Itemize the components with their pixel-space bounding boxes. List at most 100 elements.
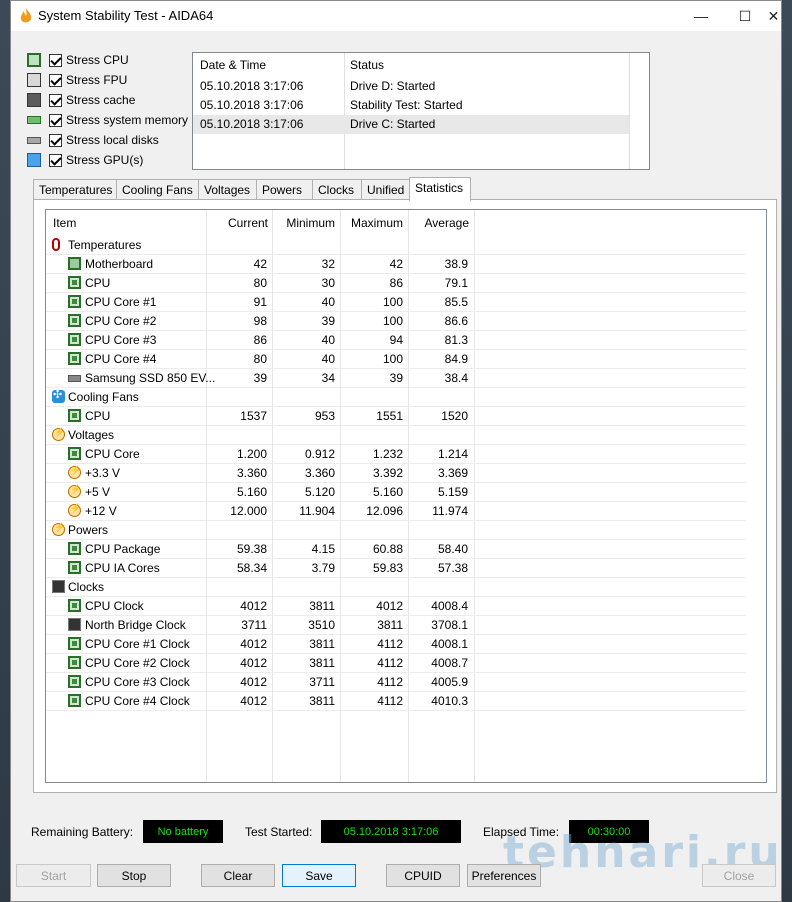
header-current[interactable]: Current: [206, 216, 268, 230]
header-item[interactable]: Item: [53, 216, 76, 230]
log-status: Drive D: Started: [350, 79, 436, 93]
clear-button[interactable]: Clear: [201, 864, 275, 887]
stress-option[interactable]: Stress local disks: [27, 131, 159, 149]
event-log[interactable]: Date & Time Status 05.10.2018 3:17:06 Dri…: [192, 52, 650, 170]
table-row[interactable]: CPU 80 30 86 79.1: [46, 274, 746, 293]
stress-option[interactable]: Stress system memory: [27, 111, 188, 129]
cell-maximum: 100: [382, 314, 403, 328]
stress-checkbox[interactable]: [49, 93, 62, 107]
tab-temperatures[interactable]: Temperatures: [33, 179, 117, 199]
chip-icon: [68, 333, 81, 346]
cell-minimum: 32: [321, 257, 335, 271]
table-row[interactable]: CPU Core #1 91 40 100 85.5: [46, 293, 746, 312]
cell-minimum: 5.120: [304, 485, 335, 499]
cell-current: 4012: [240, 656, 267, 670]
cpu-icon: [27, 53, 41, 67]
cell-minimum: 40: [321, 352, 335, 366]
log-row[interactable]: 05.10.2018 3:17:06 Drive C: Started: [193, 115, 629, 134]
test-started-value: 05.10.2018 3:17:06: [321, 820, 461, 843]
cell-average: 1520: [441, 409, 468, 423]
table-row[interactable]: CPU Core #4 80 40 100 84.9: [46, 350, 746, 369]
chip-icon: [68, 675, 81, 688]
table-row[interactable]: Motherboard 42 32 42 38.9: [46, 255, 746, 274]
statistics-table[interactable]: Item Current Minimum Maximum Average Tem…: [45, 209, 767, 783]
cell-average: 4008.7: [431, 656, 468, 670]
log-row[interactable]: 05.10.2018 3:17:06 Drive D: Started: [193, 77, 629, 96]
stress-option[interactable]: Stress cache: [27, 91, 135, 109]
row-item-label: CPU Core #4 Clock: [85, 694, 190, 708]
log-row[interactable]: 05.10.2018 3:17:06 Stability Test: Starte…: [193, 96, 629, 115]
close-window-button[interactable]: ✕: [766, 1, 781, 31]
cell-current: 4012: [240, 694, 267, 708]
aida64-flame-icon: [20, 8, 32, 23]
table-row[interactable]: North Bridge Clock 3711 3510 3811 3708.1: [46, 616, 746, 635]
log-status: Stability Test: Started: [350, 98, 463, 112]
table-row[interactable]: CPU Core #4 Clock 4012 3811 4112 4010.3: [46, 692, 746, 711]
table-row[interactable]: +3.3 V 3.360 3.360 3.392 3.369: [46, 464, 746, 483]
cell-maximum: 4012: [376, 599, 403, 613]
maximize-button[interactable]: ☐: [723, 1, 767, 31]
table-row[interactable]: CPU Core #3 Clock 4012 3711 4112 4005.9: [46, 673, 746, 692]
save-button[interactable]: Save: [282, 864, 356, 887]
group-row[interactable]: Cooling Fans: [46, 388, 746, 407]
stress-checkbox[interactable]: [49, 113, 62, 127]
stress-checkbox[interactable]: [49, 53, 62, 67]
group-row[interactable]: Clocks: [46, 578, 746, 597]
cell-maximum: 86: [389, 276, 403, 290]
stress-checkbox[interactable]: [49, 153, 62, 167]
log-header-datetime[interactable]: Date & Time: [200, 58, 266, 72]
close-button[interactable]: Close: [702, 864, 776, 887]
table-row[interactable]: CPU Clock 4012 3811 4012 4008.4: [46, 597, 746, 616]
row-item-label: CPU Core #3 Clock: [85, 675, 190, 689]
log-header-status[interactable]: Status: [350, 58, 384, 72]
group-row[interactable]: Powers: [46, 521, 746, 540]
stress-option[interactable]: Stress FPU: [27, 71, 127, 89]
cell-minimum: 3811: [309, 656, 335, 670]
memory-icon: [27, 116, 41, 124]
table-row[interactable]: CPU 1537 953 1551 1520: [46, 407, 746, 426]
cell-current: 80: [253, 352, 267, 366]
tab-powers[interactable]: Powers: [256, 179, 313, 199]
cpuid-button[interactable]: CPUID: [386, 864, 460, 887]
log-column-divider: [629, 53, 630, 169]
stress-checkbox[interactable]: [49, 133, 62, 147]
table-row[interactable]: CPU Core #2 98 39 100 86.6: [46, 312, 746, 331]
tab-cooling-fans[interactable]: Cooling Fans: [116, 179, 199, 199]
table-row[interactable]: CPU Core 1.200 0.912 1.232 1.214: [46, 445, 746, 464]
table-row[interactable]: CPU Core #1 Clock 4012 3811 4112 4008.1: [46, 635, 746, 654]
tab-statistics[interactable]: Statistics: [409, 177, 471, 201]
tab-voltages[interactable]: Voltages: [198, 179, 257, 199]
table-row[interactable]: CPU IA Cores 58.34 3.79 59.83 57.38: [46, 559, 746, 578]
preferences-button[interactable]: Preferences: [467, 864, 541, 887]
minimize-button[interactable]: —: [679, 1, 723, 31]
table-row[interactable]: Samsung SSD 850 EV... 39 34 39 38.4: [46, 369, 746, 388]
start-button[interactable]: Start: [16, 864, 91, 887]
tab-clocks[interactable]: Clocks: [312, 179, 362, 199]
header-minimum[interactable]: Minimum: [272, 216, 335, 230]
row-item-label: CPU: [85, 409, 111, 423]
header-average[interactable]: Average: [408, 216, 469, 230]
group-row[interactable]: Voltages: [46, 426, 746, 445]
cell-minimum: 3811: [309, 599, 335, 613]
table-row[interactable]: CPU Core #3 86 40 94 81.3: [46, 331, 746, 350]
stress-checkbox[interactable]: [49, 73, 62, 87]
stress-option[interactable]: Stress GPU(s): [27, 151, 143, 169]
row-item-label: CPU Package: [85, 542, 161, 556]
table-row[interactable]: +12 V 12.000 11.904 12.096 11.974: [46, 502, 746, 521]
cell-maximum: 3811: [377, 618, 403, 632]
cell-maximum: 42: [389, 257, 403, 271]
stop-button[interactable]: Stop: [97, 864, 171, 887]
tab-unified[interactable]: Unified: [361, 179, 410, 199]
chip-icon: [68, 561, 81, 574]
table-row[interactable]: +5 V 5.160 5.120 5.160 5.159: [46, 483, 746, 502]
table-row[interactable]: CPU Core #2 Clock 4012 3811 4112 4008.7: [46, 654, 746, 673]
cell-minimum: 3811: [309, 637, 335, 651]
header-maximum[interactable]: Maximum: [340, 216, 403, 230]
row-item-label: Temperatures: [68, 238, 142, 252]
window-title: System Stability Test - AIDA64: [38, 8, 214, 23]
chip-icon: [68, 694, 81, 707]
table-row[interactable]: CPU Package 59.38 4.15 60.88 58.40: [46, 540, 746, 559]
group-row[interactable]: Temperatures: [46, 236, 746, 255]
stress-option[interactable]: Stress CPU: [27, 51, 129, 69]
title-bar[interactable]: System Stability Test - AIDA64 — ☐ ✕: [11, 1, 781, 31]
